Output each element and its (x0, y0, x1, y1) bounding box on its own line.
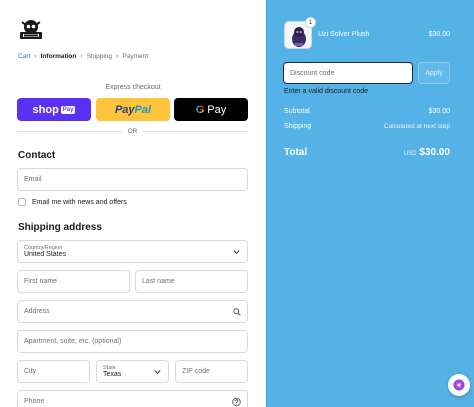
divider-line (17, 131, 122, 132)
discount-code-input[interactable]: Discount code (283, 62, 413, 84)
breadcrumb: Cart › Information › Shipping › Payment (18, 53, 148, 60)
paypal-button[interactable]: Pay Pal (96, 98, 170, 121)
shop-pay-label: shop (32, 103, 59, 116)
breadcrumb-information: Information (40, 53, 77, 60)
product-name: Uzi Solver Plush (318, 31, 370, 38)
total-value: $30.00 (419, 147, 450, 158)
chevron-down-icon (233, 249, 240, 254)
shop-pay-button[interactable]: shop Pay (17, 98, 91, 121)
apply-button[interactable]: Apply (418, 62, 450, 84)
shipping-row: Shipping Calculated at next step (284, 123, 450, 130)
breadcrumb-shipping: Shipping (86, 53, 113, 60)
contact-heading: Contact (18, 150, 56, 161)
chevron-right-icon: › (80, 53, 83, 60)
or-divider: OR (17, 128, 248, 135)
shop-pay-tag: Pay (60, 105, 76, 114)
store-logo[interactable] (18, 18, 44, 42)
email-placeholder: Email (24, 176, 42, 183)
last-name-placeholder: Last name (142, 278, 175, 285)
city-field[interactable]: City (17, 360, 90, 383)
subtotal-value: $30.00 (428, 108, 450, 115)
total-currency: USD (403, 151, 417, 157)
discount-placeholder: Discount code (290, 69, 335, 77)
chat-widget-button[interactable] (448, 374, 470, 396)
shipping-label: Shipping (284, 123, 312, 130)
subtotal-label: Subtotal (284, 108, 310, 115)
address-field[interactable]: Address (17, 300, 248, 323)
state-value: Texas (103, 371, 122, 378)
shipping-value: Calculated at next step (383, 123, 450, 130)
paypal-label-part1: Pay (114, 103, 135, 116)
discount-error: Enter a valid discount code (284, 88, 369, 95)
newsletter-option[interactable]: Email me with news and offers (18, 198, 127, 206)
total-row: Total USD $30.00 (284, 142, 450, 160)
last-name-field[interactable]: Last name (135, 270, 248, 293)
phone-placeholder: Phone (24, 398, 45, 405)
zip-placeholder: ZIP code (182, 368, 210, 375)
help-icon[interactable] (232, 397, 241, 406)
chevron-right-icon: › (34, 53, 37, 60)
chat-logo-icon (453, 379, 465, 391)
chevron-right-icon: › (116, 53, 119, 60)
quantity-badge: 1 (305, 17, 316, 28)
first-name-placeholder: First name (24, 278, 58, 285)
subtotal-row: Subtotal $30.00 (284, 108, 450, 115)
breadcrumb-cart[interactable]: Cart (18, 53, 30, 60)
product-price: $30.00 (428, 31, 450, 38)
shipping-heading: Shipping address (18, 222, 102, 233)
search-icon (233, 307, 241, 316)
first-name-field[interactable]: First name (17, 270, 130, 293)
address-placeholder: Address (24, 308, 50, 315)
or-label: OR (127, 128, 138, 135)
checkout-form-panel: Cart › Information › Shipping › Payment … (0, 0, 266, 407)
country-value: United States (24, 251, 67, 258)
express-checkout-label: Express checkout (105, 84, 161, 91)
newsletter-checkbox[interactable] (18, 198, 26, 206)
google-pay-button[interactable]: G Pay (174, 98, 248, 121)
state-select[interactable]: State Texas (96, 360, 169, 383)
apartment-placeholder: Apartment, suite, etc. (optional) (24, 338, 122, 345)
google-g-icon: G (195, 103, 205, 116)
phone-field[interactable]: Phone (17, 390, 248, 407)
paypal-label-part2: Pal (134, 103, 152, 116)
breadcrumb-payment: Payment (122, 53, 149, 60)
email-field[interactable]: Email (17, 168, 248, 191)
apartment-field[interactable]: Apartment, suite, etc. (optional) (17, 330, 248, 353)
zip-field[interactable]: ZIP code (175, 360, 248, 383)
product-thumbnail: 1 (284, 17, 316, 49)
divider-line (143, 131, 248, 132)
total-label: Total (284, 147, 308, 158)
newsletter-label: Email me with news and offers (32, 198, 127, 206)
country-select[interactable]: Country/Region United States (17, 240, 248, 263)
city-placeholder: City (24, 368, 37, 375)
chevron-down-icon (154, 369, 161, 374)
google-pay-label: Pay (207, 103, 227, 116)
